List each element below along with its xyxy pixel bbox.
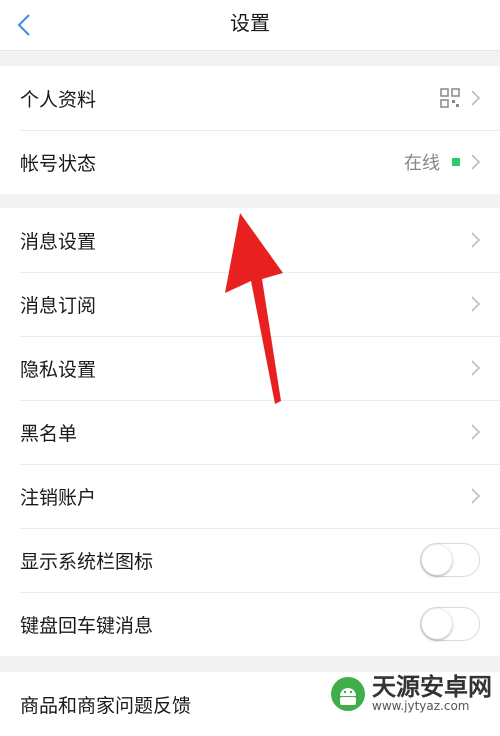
cancel-account-row[interactable]: 注销账户	[0, 464, 500, 528]
message-settings-right	[470, 208, 482, 272]
qr-code-icon	[440, 88, 460, 108]
system-bar-icon-row: 显示系统栏图标	[0, 528, 500, 592]
chevron-right-icon	[471, 232, 481, 248]
privacy-settings-right	[470, 336, 482, 400]
blacklist-label: 黑名单	[20, 422, 78, 445]
watermark-title: 天源安卓网	[372, 673, 492, 701]
toggle-knob	[422, 609, 452, 639]
account-status-row[interactable]: 帐号状态 在线	[0, 130, 500, 194]
chevron-right-icon	[471, 154, 481, 170]
feedback-label: 商品和商家问题反馈	[20, 694, 192, 717]
page-title: 设置	[230, 11, 270, 35]
watermark-url: www.jytyaz.com	[372, 699, 470, 713]
profile-label: 个人资料	[20, 88, 97, 111]
profile-row[interactable]: 个人资料	[0, 66, 500, 130]
chevron-right-icon	[471, 360, 481, 376]
message-subscription-row[interactable]: 消息订阅	[0, 272, 500, 336]
system-bar-icon-label: 显示系统栏图标	[20, 550, 154, 573]
profile-right	[440, 66, 482, 130]
chevron-right-icon	[471, 488, 481, 504]
account-status-label: 帐号状态	[20, 152, 97, 175]
message-subscription-right	[470, 272, 482, 336]
privacy-settings-row[interactable]: 隐私设置	[0, 336, 500, 400]
online-dot-icon	[452, 158, 460, 166]
blacklist-row[interactable]: 黑名单	[0, 400, 500, 464]
chevron-right-icon	[471, 424, 481, 440]
enter-key-row: 键盘回车键消息	[0, 592, 500, 656]
chevron-right-icon	[471, 296, 481, 312]
privacy-settings-label: 隐私设置	[20, 358, 97, 381]
message-subscription-label: 消息订阅	[20, 294, 97, 317]
header: 设置	[0, 0, 500, 51]
cancel-account-right	[470, 464, 482, 528]
watermark-logo: 天源安卓网 www.jytyaz.com	[330, 674, 492, 714]
enter-key-toggle[interactable]	[420, 607, 480, 641]
cancel-account-label: 注销账户	[20, 486, 97, 509]
android-logo-icon	[331, 677, 365, 711]
account-status-right: 在线	[404, 130, 482, 194]
system-bar-icon-toggle[interactable]	[420, 543, 480, 577]
enter-key-label: 键盘回车键消息	[20, 614, 154, 637]
message-settings-row[interactable]: 消息设置	[0, 208, 500, 272]
chevron-right-icon	[471, 90, 481, 106]
message-settings-label: 消息设置	[20, 230, 97, 253]
status-text: 在线	[404, 153, 440, 174]
toggle-knob	[422, 545, 452, 575]
watermark-text: 天源安卓网 www.jytyaz.com	[372, 675, 492, 713]
account-group: 个人资料 帐号状态 在线	[0, 66, 500, 194]
settings-group: 消息设置 消息订阅 隐私设置 黑名单 注销账户 显示系统栏图标 键盘回车键消息	[0, 208, 500, 656]
blacklist-right	[470, 400, 482, 464]
